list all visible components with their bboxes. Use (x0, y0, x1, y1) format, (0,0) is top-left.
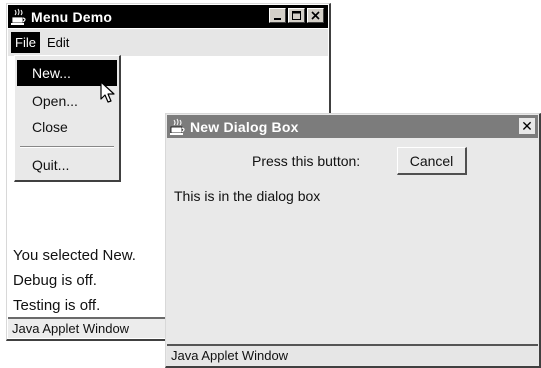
menu-item-quit[interactable]: Quit... (17, 152, 117, 178)
dialog-title: New Dialog Box (190, 118, 299, 135)
testing-status: Testing is off. (13, 297, 101, 314)
main-title-bar[interactable]: Menu Demo (8, 5, 328, 28)
window-controls (269, 8, 324, 23)
minimize-icon (274, 18, 281, 20)
menu-separator (20, 146, 114, 148)
maximize-icon (292, 11, 301, 20)
maximize-button[interactable] (288, 8, 305, 23)
close-icon (311, 11, 320, 20)
menu-edit[interactable]: Edit (43, 32, 73, 53)
dialog-message: This is in the dialog box (174, 188, 321, 204)
close-icon: ✕ (521, 117, 533, 134)
close-button[interactable] (307, 8, 324, 23)
new-dialog-box: New Dialog Box ✕ Press this button: Canc… (165, 113, 541, 368)
minimize-button[interactable] (269, 8, 286, 23)
menu-item-close[interactable]: Close (17, 114, 117, 140)
dialog-prompt-label: Press this button: (252, 153, 361, 169)
java-coffee-icon (170, 118, 185, 135)
main-window-title: Menu Demo (31, 8, 113, 25)
file-menu-dropdown: New... Open... Close Quit... (14, 55, 121, 182)
dialog-close-button[interactable]: ✕ (519, 118, 535, 134)
cancel-button[interactable]: Cancel (397, 147, 467, 175)
mouse-pointer-icon (100, 81, 115, 103)
selection-message: You selected New. (13, 247, 136, 264)
dialog-status-bar: Java Applet Window (167, 344, 538, 365)
debug-status: Debug is off. (13, 272, 97, 289)
menu-bar: File Edit (8, 29, 328, 56)
java-coffee-icon (11, 8, 26, 25)
dialog-title-bar[interactable]: New Dialog Box ✕ (167, 115, 538, 138)
menu-file[interactable]: File (11, 32, 40, 53)
